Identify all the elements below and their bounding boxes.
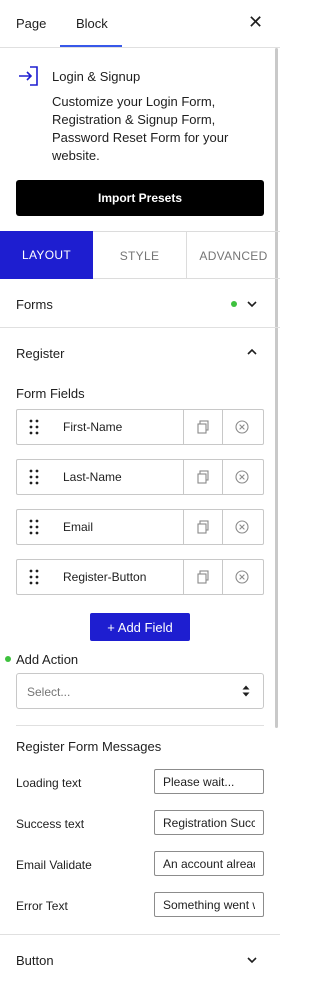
divider [183, 410, 184, 444]
tab-advanced[interactable]: ADVANCED [187, 232, 280, 279]
form-field-row[interactable]: Register-Button [16, 559, 264, 595]
email-validate-input[interactable] [154, 851, 264, 876]
divider [222, 510, 223, 544]
remove-icon[interactable] [235, 420, 249, 434]
remove-icon[interactable] [235, 520, 249, 534]
form-field-row[interactable]: Email [16, 509, 264, 545]
tab-style[interactable]: STYLE [93, 232, 187, 279]
close-icon[interactable]: ✕ [248, 13, 263, 31]
field-name: Email [63, 520, 94, 534]
tab-block[interactable]: Block [76, 16, 108, 31]
remove-icon[interactable] [235, 570, 249, 584]
divider [222, 410, 223, 444]
divider [183, 460, 184, 494]
add-field-button[interactable]: + Add Field [90, 613, 190, 641]
tab-page[interactable]: Page [16, 16, 46, 31]
divider [222, 560, 223, 594]
message-label: Error Text [16, 899, 68, 913]
message-label: Loading text [16, 776, 82, 790]
settings-tabs: LAYOUT STYLE ADVANCED [0, 231, 280, 279]
divider [222, 460, 223, 494]
tab-layout[interactable]: LAYOUT [0, 231, 93, 279]
drag-handle-icon[interactable] [29, 569, 39, 585]
scrollbar[interactable] [275, 48, 278, 728]
field-name: Register-Button [63, 570, 147, 584]
chevron-down-icon [247, 301, 257, 308]
error-text-input[interactable] [154, 892, 264, 917]
register-panel-toggle[interactable]: Register [0, 329, 280, 373]
form-field-row[interactable]: First-Name [16, 409, 264, 445]
register-label: Register [16, 346, 65, 361]
message-label: Success text [16, 817, 85, 831]
remove-icon[interactable] [235, 470, 249, 484]
status-indicator-dot [5, 656, 11, 662]
select-arrows-icon [242, 685, 250, 697]
field-name: First-Name [63, 420, 123, 434]
field-name: Last-Name [63, 470, 122, 484]
drag-handle-icon[interactable] [29, 519, 39, 535]
forms-label: Forms [16, 297, 53, 312]
add-action-label: Add Action [16, 652, 79, 667]
divider [183, 510, 184, 544]
message-label: Email Validate [16, 858, 92, 872]
block-description: Customize your Login Form, Registration … [52, 94, 229, 163]
chevron-down-icon [247, 957, 257, 964]
add-action-select[interactable]: Select... [16, 673, 264, 709]
form-fields-label: Form Fields [16, 386, 85, 401]
duplicate-icon[interactable] [196, 520, 210, 534]
sidebar-header-tabs: Page Block ✕ [0, 0, 280, 48]
form-field-row[interactable]: Last-Name [16, 459, 264, 495]
forms-panel-toggle[interactable]: Forms [0, 280, 280, 328]
success-text-input[interactable] [154, 810, 264, 835]
divider [16, 725, 264, 726]
duplicate-icon[interactable] [196, 470, 210, 484]
import-presets-button[interactable]: Import Presets [16, 180, 264, 216]
register-messages-title: Register Form Messages [16, 739, 162, 754]
button-section-label: Button [16, 953, 54, 968]
active-tab-indicator [60, 45, 122, 47]
loading-text-input[interactable] [154, 769, 264, 794]
divider [183, 560, 184, 594]
duplicate-icon[interactable] [196, 570, 210, 584]
login-icon [19, 66, 38, 86]
select-placeholder: Select... [27, 685, 71, 699]
block-title: Login & Signup [52, 69, 141, 84]
duplicate-icon[interactable] [196, 420, 210, 434]
drag-handle-icon[interactable] [29, 419, 39, 435]
drag-handle-icon[interactable] [29, 469, 39, 485]
chevron-up-icon [247, 348, 257, 355]
button-panel-toggle[interactable]: Button [0, 934, 280, 984]
status-indicator-dot [231, 301, 237, 307]
